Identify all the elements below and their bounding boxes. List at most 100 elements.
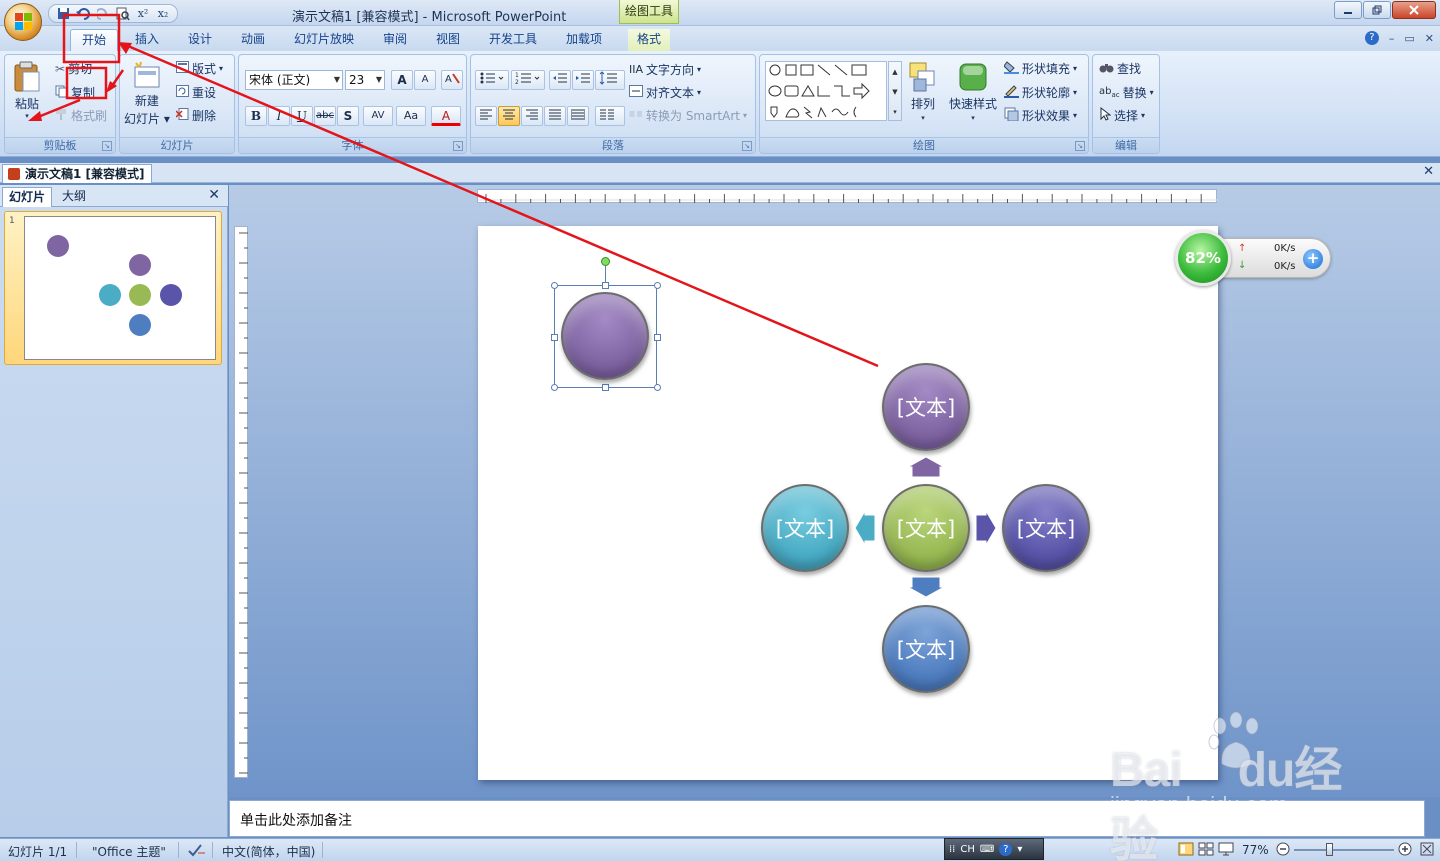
minimize-button[interactable] xyxy=(1334,1,1362,19)
smartart-node-center[interactable]: [文本] xyxy=(882,484,970,572)
reset-button[interactable]: 重设 xyxy=(176,84,216,101)
resize-handle[interactable] xyxy=(654,282,661,289)
slide-canvas[interactable]: [文本] [文本] [文本] [文本] [文本] xyxy=(478,226,1218,780)
tab-slides[interactable]: 幻灯片 xyxy=(2,187,53,207)
text-direction-button[interactable]: IIA 文字方向 ▾ xyxy=(629,61,701,78)
ime-language[interactable]: CH xyxy=(960,844,975,855)
new-slide-button[interactable]: 新建 幻灯片 ▾ xyxy=(124,61,170,127)
spellcheck-icon[interactable] xyxy=(188,843,206,860)
tab-developer[interactable]: 开发工具 xyxy=(481,29,545,51)
redo-icon[interactable] xyxy=(95,6,111,21)
arrange-button[interactable]: 排列 ▾ xyxy=(908,61,938,122)
mdi-minimize-icon[interactable]: – xyxy=(1389,32,1395,45)
resize-handle[interactable] xyxy=(602,384,609,391)
dialog-launcher-icon[interactable]: ↘ xyxy=(102,141,112,151)
font-color-button[interactable]: A xyxy=(431,106,461,126)
tab-view[interactable]: 视图 xyxy=(428,29,468,51)
resize-handle[interactable] xyxy=(602,282,609,289)
document-tab[interactable]: 演示文稿1 [兼容模式] xyxy=(2,164,152,183)
resize-handle[interactable] xyxy=(654,384,661,391)
tab-review[interactable]: 审阅 xyxy=(375,29,415,51)
shape-fill-button[interactable]: 形状填充 ▾ xyxy=(1003,60,1077,77)
justify-icon[interactable] xyxy=(544,106,566,126)
dialog-launcher-icon[interactable]: ↘ xyxy=(1075,141,1085,151)
language-indicator[interactable]: 中文(简体，中国) xyxy=(222,843,315,860)
plus-icon[interactable]: + xyxy=(1303,249,1323,269)
help-icon[interactable]: ? xyxy=(1364,31,1379,45)
selected-circle-shape[interactable] xyxy=(561,292,649,380)
replace-button[interactable]: abac 替换 ▾ xyxy=(1099,84,1154,101)
shapes-gallery-scroll[interactable]: ▲ ▼ ▾ xyxy=(888,61,902,121)
office-button[interactable] xyxy=(4,3,42,41)
resize-handle[interactable] xyxy=(654,334,661,341)
align-right-icon[interactable] xyxy=(521,106,543,126)
resize-handle[interactable] xyxy=(551,282,558,289)
network-speed-widget[interactable]: ↑ ↓ 0K/s 0K/s 82% + xyxy=(1175,230,1332,286)
close-button[interactable] xyxy=(1392,1,1436,19)
mdi-close-icon[interactable]: ✕ xyxy=(1425,32,1434,45)
quick-styles-button[interactable]: 快速样式 ▾ xyxy=(949,61,997,122)
print-preview-icon[interactable] xyxy=(115,6,131,21)
underline-button[interactable]: U xyxy=(291,106,313,126)
tab-addins[interactable]: 加载项 xyxy=(557,29,611,51)
distributed-icon[interactable] xyxy=(567,106,589,126)
align-center-icon[interactable] xyxy=(498,106,520,126)
line-spacing-icon[interactable] xyxy=(595,70,625,90)
select-button[interactable]: 选择 ▾ xyxy=(1099,106,1145,124)
close-panel-icon[interactable]: ✕ xyxy=(208,187,220,203)
change-case-button[interactable]: Aa xyxy=(396,106,426,126)
keyboard-icon[interactable]: ⌨ xyxy=(980,844,994,855)
rotation-handle[interactable] xyxy=(601,257,610,266)
tab-outline[interactable]: 大纲 xyxy=(56,187,92,207)
slide-thumbnail[interactable] xyxy=(24,216,216,360)
smartart-node-left[interactable]: [文本] xyxy=(761,484,849,572)
tab-format[interactable]: 格式 xyxy=(628,29,670,51)
align-left-icon[interactable] xyxy=(475,106,497,126)
decrease-indent-icon[interactable] xyxy=(549,70,571,90)
shapes-gallery[interactable] xyxy=(765,61,887,121)
memory-percent[interactable]: 82% xyxy=(1175,230,1231,286)
smartart-node-top[interactable]: [文本] xyxy=(882,363,970,451)
bullets-button[interactable] xyxy=(475,70,509,90)
layout-button[interactable]: 版式 ▾ xyxy=(176,60,223,77)
tab-home[interactable]: 开始 xyxy=(70,29,118,51)
font-size-combo[interactable]: 23 ▼ xyxy=(345,70,385,90)
tab-animation[interactable]: 动画 xyxy=(233,29,273,51)
columns-icon[interactable] xyxy=(595,106,625,126)
text-shadow-button[interactable]: S xyxy=(337,106,359,126)
convert-smartart-button[interactable]: 转换为 SmartArt ▾ xyxy=(629,107,747,124)
theme-name[interactable]: "Office 主题" xyxy=(92,843,166,860)
format-painter-button[interactable]: 格式刷 xyxy=(55,107,107,124)
mdi-restore-icon[interactable]: ▭ xyxy=(1404,32,1414,45)
tab-insert[interactable]: 插入 xyxy=(126,29,168,51)
find-button[interactable]: 查找 xyxy=(1099,60,1141,77)
italic-button[interactable]: I xyxy=(268,106,290,126)
paste-button[interactable]: 粘贴 ▾ xyxy=(13,61,41,120)
zoom-in-icon[interactable] xyxy=(1398,842,1412,859)
tab-design[interactable]: 设计 xyxy=(180,29,220,51)
numbering-button[interactable]: 12 xyxy=(511,70,545,90)
tab-slideshow[interactable]: 幻灯片放映 xyxy=(288,29,360,51)
shrink-font-button[interactable]: A xyxy=(414,70,436,90)
help-icon[interactable]: ? xyxy=(999,842,1013,856)
smartart-node-right[interactable]: [文本] xyxy=(1002,484,1090,572)
slide-thumbnail-selected[interactable]: 1 xyxy=(4,211,222,365)
strikethrough-button[interactable]: abc xyxy=(314,106,336,126)
shape-effects-button[interactable]: 形状效果 ▾ xyxy=(1004,107,1077,124)
grow-font-button[interactable]: A xyxy=(391,70,413,90)
shape-outline-button[interactable]: 形状轮廓 ▾ xyxy=(1004,84,1077,101)
align-text-button[interactable]: 对齐文本 ▾ xyxy=(629,84,701,101)
cut-button[interactable]: ✂ 剪切 xyxy=(55,60,92,77)
smartart-node-bottom[interactable]: [文本] xyxy=(882,605,970,693)
delete-slide-button[interactable]: 删除 xyxy=(175,107,216,124)
dialog-launcher-icon[interactable]: ↘ xyxy=(742,141,752,151)
restore-button[interactable] xyxy=(1363,1,1391,19)
bold-button[interactable]: B xyxy=(245,106,267,126)
save-icon[interactable] xyxy=(55,6,71,21)
clear-format-icon[interactable]: A xyxy=(441,70,463,90)
undo-icon[interactable] xyxy=(75,6,91,21)
resize-handle[interactable] xyxy=(551,384,558,391)
ime-toolbar[interactable]: ⁞⁞ CH ⌨ ? ▾ xyxy=(944,838,1044,860)
font-name-combo[interactable]: 宋体 (正文) ▼ xyxy=(245,70,343,90)
subscript-icon[interactable]: x₂ xyxy=(155,6,171,21)
